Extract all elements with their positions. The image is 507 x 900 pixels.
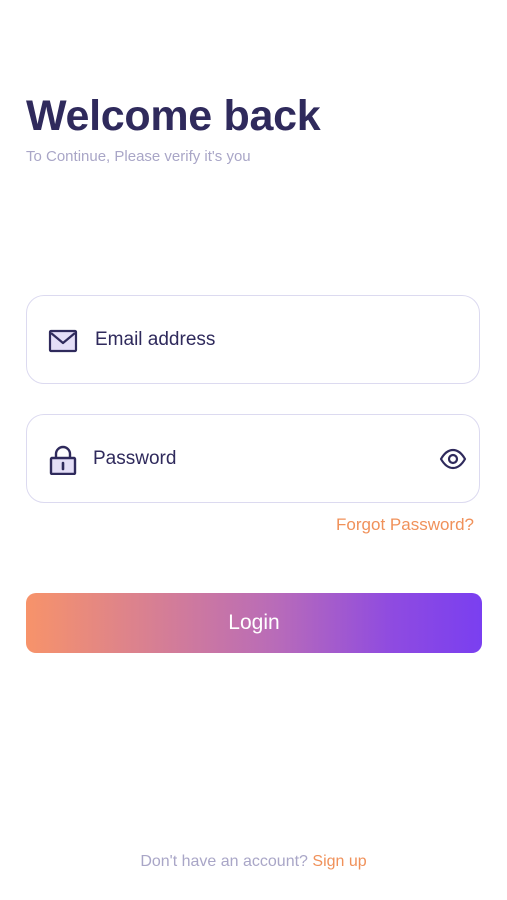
page-title: Welcome back [26,92,321,140]
email-input[interactable] [95,296,455,383]
password-input[interactable] [93,415,423,502]
page-subtitle: To Continue, Please verify it's you [26,148,251,165]
signup-prompt-text: Don't have an account? [140,853,308,870]
signup-link[interactable]: Sign up [312,853,366,870]
email-field-container[interactable] [26,295,480,384]
password-field-container[interactable] [26,414,480,503]
login-screen: Welcome back To Continue, Please verify … [0,0,507,900]
login-button[interactable]: Login [26,593,482,653]
lock-icon [49,445,77,475]
eye-icon[interactable] [439,447,467,471]
forgot-password-link[interactable]: Forgot Password? [336,515,474,535]
mail-icon [48,329,78,353]
signup-prompt-row: Don't have an account? Sign up [0,853,507,871]
